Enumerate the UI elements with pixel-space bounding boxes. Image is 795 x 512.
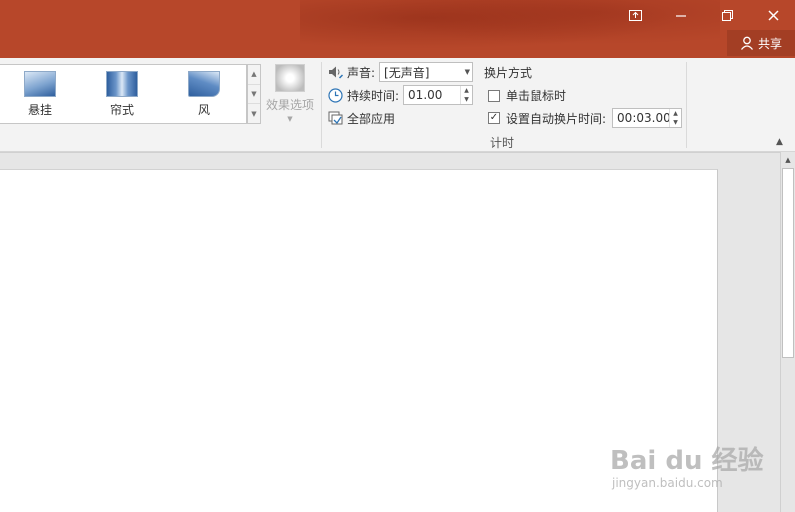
on-click-check-box (488, 89, 500, 102)
on-click-checkbox[interactable]: 单击鼠标时 (488, 87, 566, 104)
gallery-item-label: 悬挂 (27, 103, 52, 117)
gallery-scroll-up-button[interactable]: ▲ (248, 65, 260, 85)
collapse-ribbon-button[interactable]: ▲ (776, 137, 783, 147)
minimize-icon (676, 15, 686, 17)
sound-row: 声音: [无声音] ▼ (328, 62, 474, 82)
gallery-item-curtains[interactable]: 帘式 (92, 71, 152, 121)
transition-gallery: 悬挂 帘式 风 (0, 64, 247, 124)
gallery-more-button[interactable]: ▼ (248, 104, 260, 123)
timing-group-label: 计时 (490, 136, 515, 150)
sound-value: [无声音] (384, 65, 430, 80)
spin-down-button[interactable]: ▼ (461, 95, 472, 104)
ribbon-display-icon (628, 9, 642, 21)
duration-stepper[interactable]: 01.00 ▲ ▼ (403, 85, 474, 105)
vertical-scrollbar[interactable]: ▲ (780, 152, 795, 512)
transitions-ribbon: 悬挂 帘式 风 ▲ ▼ ▼ 效果选项 ▼ 声音: [无声音] ▼ 持续时间: 0… (0, 58, 795, 152)
apply-all-button[interactable]: 全部应用 (328, 110, 395, 127)
wind-transition-icon (188, 71, 220, 97)
auto-after-row: ✓ 设置自动换片时间: 00:03.00 ▲ ▼ (488, 108, 683, 128)
auto-after-label: 设置自动换片时间: (506, 111, 607, 126)
chevron-down-icon: ▼ (287, 115, 293, 123)
gallery-item-label: 风 (197, 103, 210, 117)
sound-select[interactable]: [无声音] ▼ (379, 62, 474, 82)
auto-after-value: 00:03.00 (617, 111, 671, 125)
chevron-down-icon: ▼ (464, 68, 471, 76)
spin-up-button[interactable]: ▲ (670, 109, 681, 118)
title-bar-texture (300, 0, 720, 54)
gallery-item-label: 帘式 (109, 103, 134, 117)
sound-label: 声音: (347, 65, 376, 80)
curtains-transition-icon (106, 71, 138, 97)
hanging-transition-icon (24, 71, 56, 97)
auto-after-checkbox[interactable]: ✓ (488, 112, 500, 124)
duration-spin: ▲ ▼ (460, 86, 472, 104)
watermark-url: jingyan.baidu.com (612, 476, 723, 490)
watermark-logo: Bai du 经验 (610, 446, 764, 476)
auto-after-stepper[interactable]: 00:03.00 ▲ ▼ (612, 108, 683, 128)
person-icon (740, 36, 753, 50)
group-separator (686, 62, 687, 148)
duration-value: 01.00 (408, 88, 443, 102)
close-button[interactable] (758, 4, 788, 26)
gallery-scroll: ▲ ▼ ▼ (247, 64, 261, 124)
effect-options-button[interactable]: 效果选项 ▼ (264, 64, 316, 126)
group-separator (321, 62, 322, 148)
duration-row: 持续时间: 01.00 ▲ ▼ (328, 85, 474, 105)
gallery-item-hanging[interactable]: 悬挂 (10, 71, 70, 121)
share-label: 共享 (757, 36, 782, 51)
advance-title: 换片方式 (484, 66, 533, 80)
title-bar: 共享 (0, 0, 795, 58)
restore-button[interactable] (712, 4, 742, 26)
apply-all-icon (328, 111, 343, 125)
on-click-label: 单击鼠标时 (506, 89, 567, 103)
apply-all-label: 全部应用 (347, 112, 396, 126)
effect-options-label: 效果选项 (265, 98, 314, 112)
scroll-up-button[interactable]: ▲ (781, 154, 795, 166)
effect-options-icon (275, 64, 305, 92)
minimize-button[interactable] (666, 4, 696, 26)
gallery-scroll-down-button[interactable]: ▼ (248, 85, 260, 105)
spin-down-button[interactable]: ▼ (670, 118, 681, 127)
gallery-item-wind[interactable]: 风 (174, 71, 234, 121)
share-button[interactable]: 共享 (727, 30, 795, 56)
clock-icon (328, 87, 343, 103)
close-icon (767, 9, 779, 21)
restore-icon (721, 9, 733, 21)
speaker-icon (329, 66, 344, 79)
spin-up-button[interactable]: ▲ (461, 86, 472, 95)
duration-label: 持续时间: (347, 88, 400, 103)
auto-after-spin: ▲ ▼ (669, 109, 681, 127)
scroll-thumb[interactable] (782, 168, 794, 358)
ribbon-display-options-button[interactable] (620, 4, 650, 26)
